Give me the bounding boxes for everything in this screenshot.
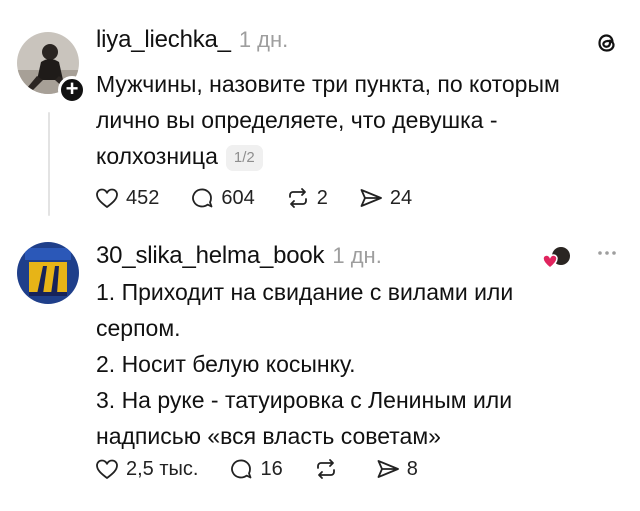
heart-icon (96, 188, 118, 208)
repost-count: 2 (316, 186, 328, 209)
thread-connector-line (48, 112, 50, 216)
post-text-line: 2. Носит белую косынку. (96, 351, 356, 377)
repost-icon (316, 459, 335, 479)
repost-button[interactable] (313, 456, 345, 482)
share-button[interactable]: 8 (375, 456, 418, 482)
avatar-book-cover (17, 242, 79, 304)
repost-icon (288, 188, 307, 208)
comment-bubble-icon (192, 188, 213, 208)
post-text-line: лично вы определяете, что девушка - (96, 107, 498, 133)
post-header: liya_liechka_ 1 дн. (96, 26, 288, 58)
like-count: 2,5 тыс. (126, 457, 199, 480)
avatar[interactable] (17, 242, 79, 304)
share-count: 24 (389, 186, 413, 209)
post-text-line: Мужчины, назовите три пункта, по которым (96, 71, 560, 97)
send-icon (360, 189, 382, 207)
comment-button[interactable]: 16 (228, 456, 283, 482)
comment-count: 604 (221, 186, 255, 209)
send-icon (377, 460, 399, 478)
username[interactable]: 30_slika_helma_book (96, 242, 325, 270)
post-text-line: 1. Приходит на свидание с вилами или (96, 279, 514, 305)
post-1: + liya_liechka_ 1 дн. Мужчины, назовите … (0, 0, 640, 225)
timestamp: 1 дн. (332, 243, 382, 268)
threads-logo-icon[interactable] (594, 30, 620, 56)
like-count: 452 (126, 186, 160, 209)
post-text-line: надписью «вся власть советам» (96, 423, 441, 449)
share-count: 8 (406, 457, 418, 480)
like-button[interactable]: 452 (94, 185, 159, 211)
post-text: 1. Приходит на свидание с вилами или сер… (96, 274, 513, 454)
post-actions: 2,5 тыс. 16 8 (94, 454, 448, 484)
follow-plus-button[interactable]: + (58, 76, 86, 104)
comment-count: 16 (260, 457, 283, 480)
timestamp: 1 дн. (238, 27, 289, 52)
comment-bubble-icon (231, 459, 252, 479)
heart-icon (96, 459, 118, 479)
post-actions: 452 604 2 24 (94, 183, 442, 213)
post-text-line: 3. На руке - татуировка с Лениным или (96, 387, 513, 413)
share-button[interactable]: 24 (358, 185, 412, 211)
more-dots-icon[interactable] (596, 248, 618, 258)
like-button[interactable]: 2,5 тыс. (94, 456, 198, 482)
author-liked-heart-icon (542, 247, 570, 269)
post-text-line: колхозница 1/2 (96, 138, 560, 174)
post-header: 30_slika_helma_book 1 дн. (96, 242, 382, 274)
comment-button[interactable]: 604 (189, 185, 255, 211)
page-indicator-badge[interactable]: 1/2 (225, 145, 263, 171)
username[interactable]: liya_liechka_ (96, 26, 231, 54)
post-text-line: серпом. (96, 315, 181, 341)
repost-button[interactable]: 2 (285, 185, 328, 211)
post-2: 30_slika_helma_book 1 дн. 1. Приходит на… (0, 228, 640, 511)
post-text-segment: колхозница (96, 143, 218, 169)
post-text: Мужчины, назовите три пункта, по которым… (96, 66, 560, 174)
